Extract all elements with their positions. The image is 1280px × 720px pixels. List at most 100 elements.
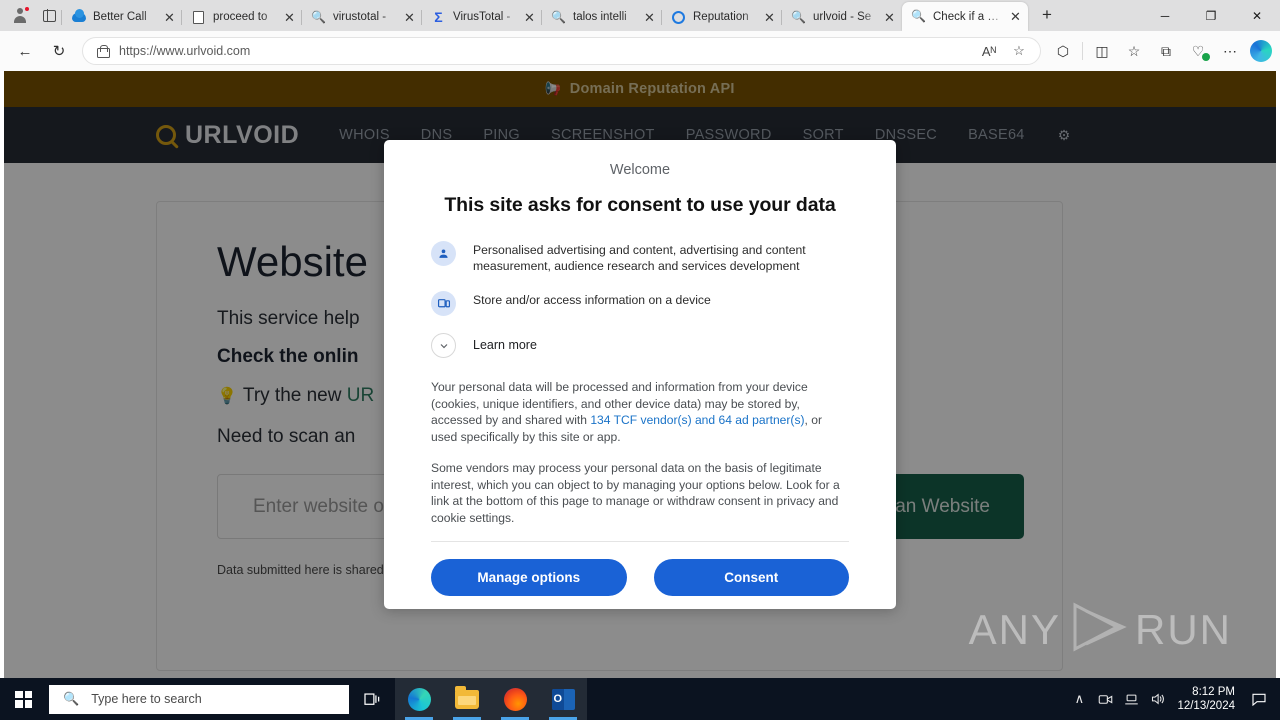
consent-dialog: Welcome This site asks for consent to us… (384, 140, 896, 609)
tab-close-icon[interactable]: ✕ (1007, 8, 1024, 25)
maximize-button[interactable]: ❐ (1188, 0, 1234, 31)
tab-title: urlvoid - Se (813, 11, 872, 23)
folder-icon (455, 685, 479, 709)
split-screen-icon[interactable]: ◫ (1086, 36, 1118, 66)
document-icon (191, 10, 206, 25)
show-hidden-icons-chevron[interactable]: ∧ (1066, 678, 1092, 720)
profile-button[interactable] (6, 3, 34, 29)
windows-taskbar: 🔍 Type here to search ∧ (0, 678, 1280, 720)
tab-close-icon[interactable]: ✕ (641, 9, 658, 26)
taskbar-search-input[interactable]: 🔍 Type here to search (49, 684, 349, 714)
tab-title: talos intelli (573, 11, 627, 23)
taskbar-app-outlook[interactable] (539, 678, 587, 720)
purpose-item-storage: Store and/or access information on a dev… (431, 290, 849, 316)
play-icon (1067, 601, 1129, 658)
chevron-down-icon (431, 333, 456, 358)
dialog-title: This site asks for consent to use your d… (444, 194, 836, 216)
tab-check-if-active[interactable]: 🔍 Check if a … ✕ (902, 2, 1028, 31)
browser-window: Better Call ✕ proceed to ✕ 🔍 virustotal … (0, 0, 1280, 678)
clock-date: 12/13/2024 (1177, 700, 1235, 712)
address-bar[interactable]: https://www.urlvoid.com Aᴺ ☆ (82, 37, 1041, 65)
tab-virustotal[interactable]: Σ VirusTotal - ✕ (421, 3, 542, 31)
device-icon (431, 291, 456, 316)
read-aloud-icon[interactable]: Aᴺ (974, 37, 1004, 65)
taskbar-app-firefox[interactable] (491, 678, 539, 720)
browser-essentials-icon[interactable]: ♡ (1182, 36, 1214, 66)
collections-icon[interactable]: ⧉ (1150, 36, 1182, 66)
circle-icon (671, 10, 686, 25)
back-button[interactable]: ← (8, 36, 42, 66)
tab-talos-intelligence[interactable]: 🔍 talos intelli ✕ (541, 3, 662, 31)
watermark-run: RUN (1135, 605, 1232, 653)
consent-button[interactable]: Consent (653, 559, 849, 596)
purpose-text: Store and/or access information on a dev… (473, 293, 711, 307)
favorite-star-icon[interactable]: ☆ (1004, 37, 1034, 65)
notification-center-icon[interactable] (1244, 678, 1274, 720)
tab-separator (661, 10, 662, 25)
consent-paragraph-2: Some vendors may process your personal d… (431, 461, 840, 525)
consent-paragraph-1: Your personal data will be processed and… (431, 379, 849, 445)
tab-close-icon[interactable]: ✕ (521, 9, 538, 26)
tab-close-icon[interactable]: ✕ (281, 9, 298, 26)
tab-better-call[interactable]: Better Call ✕ (61, 3, 182, 31)
tab-separator (781, 10, 782, 25)
clock[interactable]: 8:12 PM 12/13/2024 (1170, 685, 1244, 713)
new-tab-button[interactable]: + (1032, 1, 1062, 29)
system-tray: ∧ 8:12 PM 12/13/2024 (1066, 678, 1280, 720)
tab-title: Check if a … (933, 10, 999, 23)
address-bar-actions: Aᴺ ☆ (974, 37, 1034, 65)
search-icon: 🔍 (791, 9, 806, 24)
tab-title: VirusTotal - (453, 11, 511, 23)
taskbar-app-file-explorer[interactable] (443, 678, 491, 720)
tab-proceed-to[interactable]: proceed to ✕ (181, 3, 302, 31)
tab-virustotal-search[interactable]: 🔍 virustotal - ✕ (301, 3, 422, 31)
tab-title: proceed to (213, 11, 268, 23)
dialog-eyebrow: Welcome (609, 162, 671, 178)
settings-more-icon[interactable]: ⋯ (1214, 36, 1246, 66)
tab-strip: Better Call ✕ proceed to ✕ 🔍 virustotal … (0, 0, 1280, 31)
tab-title: Reputation (693, 11, 749, 23)
meet-now-icon[interactable] (1092, 678, 1118, 720)
tab-title: Better Call (93, 11, 147, 23)
edge-icon (407, 687, 431, 711)
tab-separator (301, 10, 302, 25)
tab-close-icon[interactable]: ✕ (761, 9, 778, 26)
manage-options-button[interactable]: Manage options (431, 559, 627, 596)
profile-alert-badge (24, 5, 30, 12)
volume-icon[interactable] (1144, 678, 1170, 720)
close-window-button[interactable]: ✕ (1234, 0, 1280, 31)
tab-separator (181, 10, 182, 25)
anyrun-watermark: ANY RUN (969, 601, 1232, 658)
magnifier-icon: 🔍 (63, 691, 80, 706)
tab-urlvoid-search[interactable]: 🔍 urlvoid - Se ✕ (781, 3, 902, 31)
url-text: https://www.urlvoid.com (119, 44, 251, 58)
window-controls: ─ ❐ ✕ (1142, 0, 1280, 31)
vendors-link[interactable]: 134 TCF vendor(s) and 64 ad partner(s) (590, 413, 804, 427)
start-button[interactable] (0, 678, 47, 720)
tab-close-icon[interactable]: ✕ (161, 9, 178, 26)
tab-close-icon[interactable]: ✕ (881, 9, 898, 26)
network-icon[interactable] (1118, 678, 1144, 720)
watermark-any: ANY (968, 605, 1061, 653)
clock-time: 8:12 PM (1192, 686, 1235, 698)
urlvoid-icon: 🔍 (911, 9, 926, 23)
tab-close-icon[interactable]: ✕ (401, 9, 418, 26)
search-placeholder: Type here to search (91, 692, 202, 706)
lock-icon (97, 44, 110, 58)
search-icon: 🔍 (551, 9, 566, 24)
learn-more-row[interactable]: Learn more (431, 332, 849, 358)
tab-reputation[interactable]: Reputation ✕ (661, 3, 782, 31)
extensions-icon[interactable]: ⬡ (1047, 36, 1079, 66)
screen: Better Call ✕ proceed to ✕ 🔍 virustotal … (0, 0, 1280, 720)
favorites-icon[interactable]: ☆ (1118, 36, 1150, 66)
tab-actions-button[interactable] (36, 3, 62, 29)
task-view-button[interactable] (349, 678, 395, 720)
minimize-button[interactable]: ─ (1142, 0, 1188, 31)
taskbar-app-edge[interactable] (395, 678, 443, 720)
reload-button[interactable]: ↻ (42, 36, 76, 66)
tab-separator (421, 10, 422, 25)
sigma-icon: Σ (434, 9, 443, 25)
purpose-text: Personalised advertising and content, ad… (473, 243, 806, 273)
status-badge (1202, 53, 1210, 61)
copilot-icon[interactable] (1250, 40, 1272, 62)
